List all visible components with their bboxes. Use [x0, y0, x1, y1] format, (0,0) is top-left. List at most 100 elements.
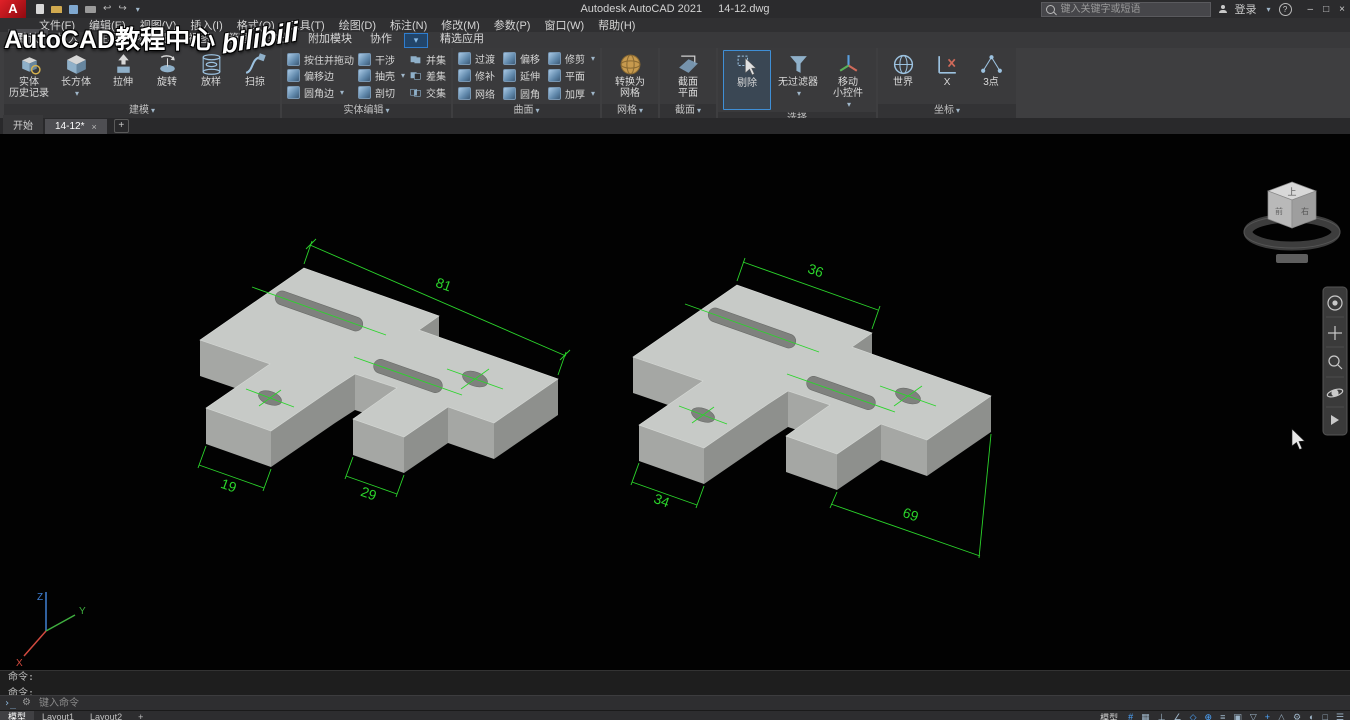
culling-button[interactable]: 剔除	[723, 50, 772, 110]
subtract-button[interactable]: 差集	[409, 68, 446, 84]
layout-tab-add[interactable]: +	[130, 711, 151, 720]
fillet-edge-button[interactable]: 圆角边	[287, 85, 354, 101]
tab-parametric[interactable]: 参数化	[128, 29, 179, 48]
tab-manage[interactable]: 管理	[219, 29, 259, 48]
qat-customize-icon[interactable]	[134, 3, 140, 15]
panel-footer-solid-edit[interactable]: 实体编辑	[282, 104, 452, 118]
isolate-icon[interactable]: ◐	[1309, 711, 1314, 720]
offset-edge-button[interactable]: 偏移边	[287, 68, 354, 84]
new-tab-button[interactable]: +	[113, 119, 129, 133]
osnap-icon[interactable]: ⊕	[1205, 711, 1213, 720]
workspace-gear-icon[interactable]: ⚙	[1293, 711, 1301, 720]
box-button[interactable]: 长方体	[53, 50, 99, 102]
tab-addins[interactable]: 附加模块	[299, 29, 361, 48]
signin-label[interactable]: 登录	[1235, 1, 1257, 17]
plot-icon[interactable]	[85, 5, 96, 13]
move-gizmo-button[interactable]: 移动 小控件	[825, 50, 871, 110]
viewport-canvas[interactable]: 81 19 29 36 34 69 上 前 右 Z Y X	[0, 134, 1350, 670]
solid-history-button[interactable]: 实体 历史记录	[9, 50, 49, 102]
navigation-bar[interactable]	[1322, 286, 1348, 436]
tab-collaborate[interactable]: 协作	[361, 29, 401, 48]
menu-help[interactable]: 帮助(H)	[591, 17, 642, 33]
file-tab-start[interactable]: 开始	[3, 115, 43, 134]
panel-footer-section[interactable]: 截面	[660, 104, 717, 118]
annotation-icon[interactable]: △	[1278, 711, 1285, 720]
polar-icon[interactable]: ∠	[1174, 711, 1182, 720]
command-bar[interactable]: ⚙	[0, 695, 1350, 710]
tab-output[interactable]: 输出	[259, 29, 299, 48]
convert-to-mesh-button[interactable]: 转换为 网格	[607, 50, 653, 102]
panel-footer-mesh[interactable]: 网格	[602, 104, 659, 118]
signin-dropdown-icon[interactable]	[1265, 3, 1271, 15]
intersect-button[interactable]: 交集	[409, 85, 446, 101]
surf-thicken-button[interactable]: 加厚	[548, 86, 595, 102]
save-icon[interactable]	[69, 4, 78, 14]
ucs-3point-button[interactable]: 3点	[971, 50, 1011, 102]
surf-offset-button[interactable]: 偏移	[503, 50, 540, 66]
slice-button[interactable]: 剖切	[358, 85, 405, 101]
ucs-world-button[interactable]: 世界	[883, 50, 923, 102]
viewcube-top-label[interactable]: 上	[1287, 187, 1296, 197]
lineweight-icon[interactable]: ≡	[1220, 711, 1225, 720]
tab-home[interactable]: 默认	[8, 29, 48, 48]
panel-footer-surface[interactable]: 曲面	[453, 104, 601, 118]
extrude-button[interactable]: 拉伸	[103, 50, 143, 102]
layout-tab-layout1[interactable]: Layout1	[34, 711, 82, 720]
minimize-button[interactable]: –	[1308, 4, 1314, 15]
command-input[interactable]	[37, 696, 442, 710]
layout-tab-layout2[interactable]: Layout2	[82, 711, 130, 720]
menu-window[interactable]: 窗口(W)	[537, 17, 591, 33]
surf-planar-button[interactable]: 平面	[548, 68, 595, 84]
tab-featured-apps[interactable]: 精选应用	[431, 29, 493, 48]
viewcube[interactable]: 上 前 右	[1243, 181, 1341, 263]
surf-blend-button[interactable]: 过渡	[458, 50, 495, 66]
ucs-icon[interactable]: Z Y X	[16, 592, 86, 669]
viewcube-right-label[interactable]: 右	[1301, 206, 1309, 216]
filter-button[interactable]: 无过滤器	[775, 50, 821, 110]
open-file-icon[interactable]	[51, 5, 62, 13]
undo-icon[interactable]: ↩	[103, 4, 111, 14]
help-search-box[interactable]	[1040, 1, 1211, 17]
redo-icon[interactable]: ↪	[118, 4, 126, 14]
snap-icon[interactable]: ▦	[1141, 711, 1150, 720]
osnap-3d-icon[interactable]: +	[1265, 711, 1270, 720]
space-toggle-button[interactable]: 模型	[1100, 711, 1118, 720]
tab-insert[interactable]: 插入	[48, 29, 88, 48]
sweep-button[interactable]: 扫掠	[235, 50, 275, 102]
interfere-button[interactable]: 干涉	[358, 51, 405, 67]
union-button[interactable]: 并集	[409, 51, 446, 67]
command-history[interactable]: 命令: 命令:	[0, 670, 1350, 699]
isodraft-icon[interactable]: ◇	[1190, 711, 1197, 720]
surf-extend-button[interactable]: 延伸	[503, 68, 540, 84]
tab-view[interactable]: 视图	[179, 29, 219, 48]
selection-cycling-icon[interactable]: ▣	[1233, 711, 1242, 720]
search-input[interactable]	[1058, 2, 1193, 16]
command-tools-icon[interactable]: ⚙	[22, 698, 31, 708]
ucs-x-button[interactable]: X	[927, 50, 967, 102]
surf-trim-button[interactable]: 修剪	[548, 50, 595, 66]
viewcube-wcs-dropdown[interactable]	[1276, 254, 1308, 263]
clean-screen-icon[interactable]: □	[1322, 711, 1327, 720]
3d-part-right[interactable]	[632, 284, 992, 491]
grid-icon[interactable]: #	[1128, 711, 1133, 720]
panel-footer-coordinates[interactable]: 坐标	[878, 104, 1017, 118]
viewcube-front-label[interactable]: 前	[1275, 206, 1283, 216]
section-plane-button[interactable]: 截面 平面	[665, 50, 711, 102]
customize-icon[interactable]: ☰	[1336, 711, 1344, 720]
file-tab-document[interactable]: 14-12* ×	[45, 119, 107, 134]
shell-button[interactable]: 抽壳	[358, 68, 405, 84]
ortho-icon[interactable]: ⊥	[1158, 711, 1166, 720]
tab-close-icon[interactable]: ×	[91, 122, 96, 132]
loft-button[interactable]: 放样	[191, 50, 231, 102]
help-icon[interactable]: ?	[1278, 2, 1292, 16]
panel-footer-modeling[interactable]: 建模	[4, 104, 280, 118]
surf-network-button[interactable]: 网络	[458, 86, 495, 102]
tab-annotate[interactable]: 注释	[88, 29, 128, 48]
new-file-icon[interactable]	[36, 4, 44, 14]
surf-fillet-button[interactable]: 圆角	[503, 86, 540, 102]
close-button[interactable]: ×	[1339, 4, 1345, 15]
menu-parametric[interactable]: 参数(P)	[487, 17, 538, 33]
revolve-button[interactable]: 旋转	[147, 50, 187, 102]
workspace-dropdown-icon[interactable]: ▾	[404, 33, 428, 48]
filter-status-icon[interactable]: ▽	[1250, 711, 1257, 720]
